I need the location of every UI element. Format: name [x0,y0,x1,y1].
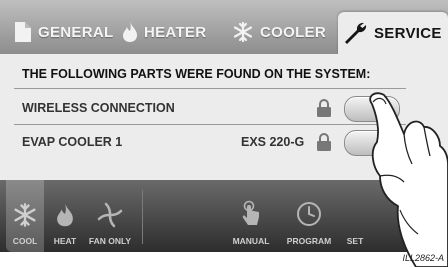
mode-manual-label: MANUAL [232,236,270,246]
wrench-icon [342,20,368,46]
tab-general[interactable]: GENERAL [14,10,113,54]
tab-service-label: SERVICE [374,24,442,42]
divider [14,124,406,125]
flame-icon [56,202,74,233]
tab-heater[interactable]: HEATER [122,10,206,54]
tab-general-label: GENERAL [38,23,114,41]
mode-fan-only-button[interactable]: FAN ONLY [86,180,134,252]
divider [142,190,143,244]
document-icon [14,21,32,43]
mode-fan-only-label: FAN ONLY [88,236,132,246]
tab-cooler[interactable]: COOLER [232,10,326,54]
parts-heading: THE FOLLOWING PARTS WERE FOUND ON THE SY… [22,67,371,81]
fan-icon [97,202,123,233]
service-panel: THE FOLLOWING PARTS WERE FOUND ON THE SY… [0,54,448,180]
mode-heat-label: HEAT [53,236,77,246]
wireless-connection-toggle[interactable] [344,96,400,122]
tab-heater-label: HEATER [144,23,207,41]
mode-bar: COOL HEAT FAN ONLY MANUAL PROGRAM SET [0,180,448,252]
figure-caption: ILL2862-A [402,253,444,263]
evap-cooler-model: EXS 220-G [241,135,305,149]
snowflake-icon [232,21,254,43]
mode-cool-label: COOL [12,236,38,246]
flame-icon [122,21,138,43]
snowflake-icon [12,202,38,233]
lock-icon [316,132,332,152]
lock-icon [316,98,332,118]
wireless-connection-label: WIRELESS CONNECTION [22,101,175,115]
evap-cooler-label: EVAP COOLER 1 [22,135,123,149]
mode-setup-label: SET [346,236,364,246]
tab-service[interactable]: SERVICE [338,12,448,54]
mode-setup-button[interactable]: SET [340,180,370,252]
touch-hand-icon [240,200,262,233]
controller-screen: GENERAL HEATER COOLER SERVICE THE FOLLOW… [0,0,448,252]
mode-program-label: PROGRAM [286,236,332,246]
divider [14,88,406,89]
evap-cooler-toggle[interactable] [344,130,400,156]
clock-icon [295,200,323,233]
mode-cool-button[interactable]: COOL [6,180,44,252]
mode-manual-button[interactable]: MANUAL [228,180,274,252]
tab-cooler-label: COOLER [260,23,326,41]
mode-heat-button[interactable]: HEAT [48,180,82,252]
tab-bar: GENERAL HEATER COOLER SERVICE [0,0,448,54]
mode-program-button[interactable]: PROGRAM [282,180,336,252]
